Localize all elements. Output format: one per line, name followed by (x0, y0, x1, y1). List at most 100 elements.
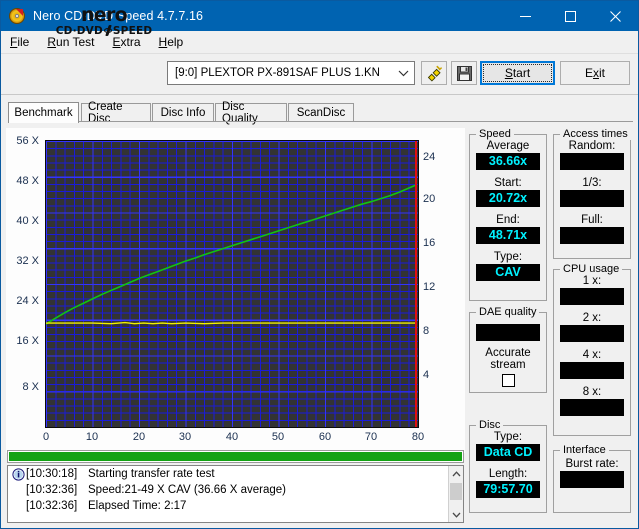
x-tick-0: 0 (42, 431, 50, 443)
tab-disc-info[interactable]: Disc Info (152, 103, 214, 122)
burst-rate-label: Burst rate: (565, 458, 619, 470)
log-icon-placeholder (12, 484, 25, 497)
x-tick-10: 10 (85, 431, 99, 443)
start-button[interactable]: Start (480, 61, 555, 85)
chart-series-layer (46, 184, 416, 325)
panel-speed-title: Speed (476, 128, 514, 140)
x-tick-60: 60 (318, 431, 332, 443)
speed-start-label: Start: (494, 177, 522, 189)
window-controls (503, 1, 638, 31)
scrollbar-thumb[interactable] (450, 483, 462, 500)
log-line: [10:32:36] Elapsed Time: 2:17 (8, 498, 463, 514)
drive-select-value: [9:0] PLEXTOR PX-891SAF PLUS 1.KN (175, 67, 380, 79)
panel-interface-title: Interface (560, 444, 609, 456)
nero-wordmark: nero (80, 3, 128, 26)
cpu-2x-value (560, 325, 624, 342)
tab-underline (8, 121, 633, 122)
nero-slash-icon (103, 25, 112, 36)
panel-speed: Speed Average 36.66x Start: 20.72x End: … (469, 128, 547, 301)
nero-tagline: CD·DVD SPEED (56, 25, 153, 37)
nero-logo: nero CD·DVD SPEED (39, 3, 169, 39)
dae-quality-value (476, 324, 540, 341)
panel-disc: Disc Type: Data CD Length: 79:57.70 (469, 419, 547, 513)
disc-type-label: Type: (493, 431, 523, 443)
exit-button[interactable]: Exit (560, 61, 630, 85)
secondary-line (46, 321, 416, 325)
plug-button[interactable] (421, 61, 447, 85)
scroll-down-icon[interactable] (449, 507, 463, 522)
exit-button-label: Exit (584, 66, 605, 80)
disc-length-label: Length: (488, 468, 528, 480)
log-line: [10:32:36] Speed:21-49 X CAV (36.66 X av… (8, 482, 463, 498)
y-tick-8: 8 X (22, 381, 39, 393)
panel-cpu-usage-title: CPU usage (560, 263, 623, 275)
cpu-4x-label: 4 x: (582, 349, 602, 361)
close-icon[interactable] (593, 1, 638, 31)
speed-start-value: 20.72x (476, 190, 540, 207)
maximize-icon[interactable] (548, 1, 593, 31)
log-panel[interactable]: [10:30:18] Starting transfer rate test [… (7, 465, 464, 523)
y-tick-40: 40 X (16, 215, 39, 227)
x-tick-20: 20 (132, 431, 146, 443)
accurate-stream-checkbox[interactable] (501, 374, 515, 387)
panel-dae-quality: DAE quality Accurate stream (469, 306, 547, 393)
x-tick-30: 30 (178, 431, 192, 443)
panel-cpu-usage: CPU usage 1 x: 2 x: 4 x: 8 x: (553, 263, 631, 436)
panel-access-times-title: Access times (560, 128, 631, 140)
minimize-icon[interactable] (503, 1, 548, 31)
accurate-stream-label-line2: stream (490, 359, 526, 371)
tab-benchmark[interactable]: Benchmark (8, 102, 79, 123)
log-message: Starting transfer rate test (88, 468, 215, 480)
tab-disc-quality[interactable]: Disc Quality (215, 101, 287, 125)
log-message: Elapsed Time: 2:17 (88, 500, 187, 512)
speed-average-label: Average (486, 140, 530, 152)
scroll-up-icon[interactable] (449, 466, 463, 481)
x-tick-40: 40 (225, 431, 239, 443)
tab-scandisc[interactable]: ScanDisc (288, 103, 354, 122)
speed-average-value: 36.66x (476, 153, 540, 170)
save-button[interactable] (451, 61, 477, 85)
nero-tagline-right: SPEED (112, 24, 153, 37)
log-icon-placeholder (12, 500, 25, 513)
app-window: Nero CD-DVD Speed 4.7.7.16 FFileile Run … (0, 0, 639, 529)
chart-plot-area (45, 140, 419, 428)
y-tick-24: 24 X (16, 295, 39, 307)
cpu-4x-value (560, 362, 624, 379)
y-tick-48: 48 X (16, 175, 39, 187)
access-third-label: 1/3: (582, 177, 602, 189)
y2-tick-8: 8 (423, 325, 430, 337)
disc-type-value: Data CD (476, 444, 540, 461)
panel-interface: Interface Burst rate: (553, 444, 631, 513)
panel-access-times: Access times Random: 1/3: Full: (553, 128, 631, 259)
chart-cursor-line (414, 141, 417, 427)
y2-tick-12: 12 (423, 281, 436, 293)
log-scrollbar[interactable] (448, 466, 463, 522)
menu-file[interactable]: FFileile (1, 33, 38, 51)
y2-tick-16: 16 (423, 237, 436, 249)
cpu-1x-value (560, 288, 624, 305)
chevron-down-icon (398, 62, 409, 84)
y-tick-16: 16 X (16, 335, 39, 347)
access-full-value (560, 227, 624, 244)
y-tick-56: 56 X (16, 135, 39, 147)
tab-create-disc[interactable]: Create Disc (81, 101, 151, 125)
speed-end-value: 48.71x (476, 227, 540, 244)
cpu-8x-value (560, 399, 624, 416)
access-random-label: Random: (568, 140, 616, 152)
y2-tick-20: 20 (423, 193, 436, 205)
plug-icon (427, 65, 443, 82)
disc-length-value: 79:57.70 (476, 481, 540, 498)
transfer-rate-line (46, 184, 416, 325)
x-tick-50: 50 (271, 431, 285, 443)
y-tick-32: 32 X (16, 255, 39, 267)
cpu-8x-label: 8 x: (582, 386, 602, 398)
drive-select[interactable]: [9:0] PLEXTOR PX-891SAF PLUS 1.KN (167, 61, 415, 85)
x-tick-70: 70 (364, 431, 378, 443)
progress-bar-fill (9, 452, 462, 461)
access-random-value (560, 153, 624, 170)
speed-type-value: CAV (476, 264, 540, 281)
speed-type-label: Type: (493, 251, 523, 263)
log-message: Speed:21-49 X CAV (36.66 X average) (88, 484, 286, 496)
accurate-stream-label-line1: Accurate (485, 347, 531, 359)
log-time: [10:32:36] (26, 484, 78, 496)
